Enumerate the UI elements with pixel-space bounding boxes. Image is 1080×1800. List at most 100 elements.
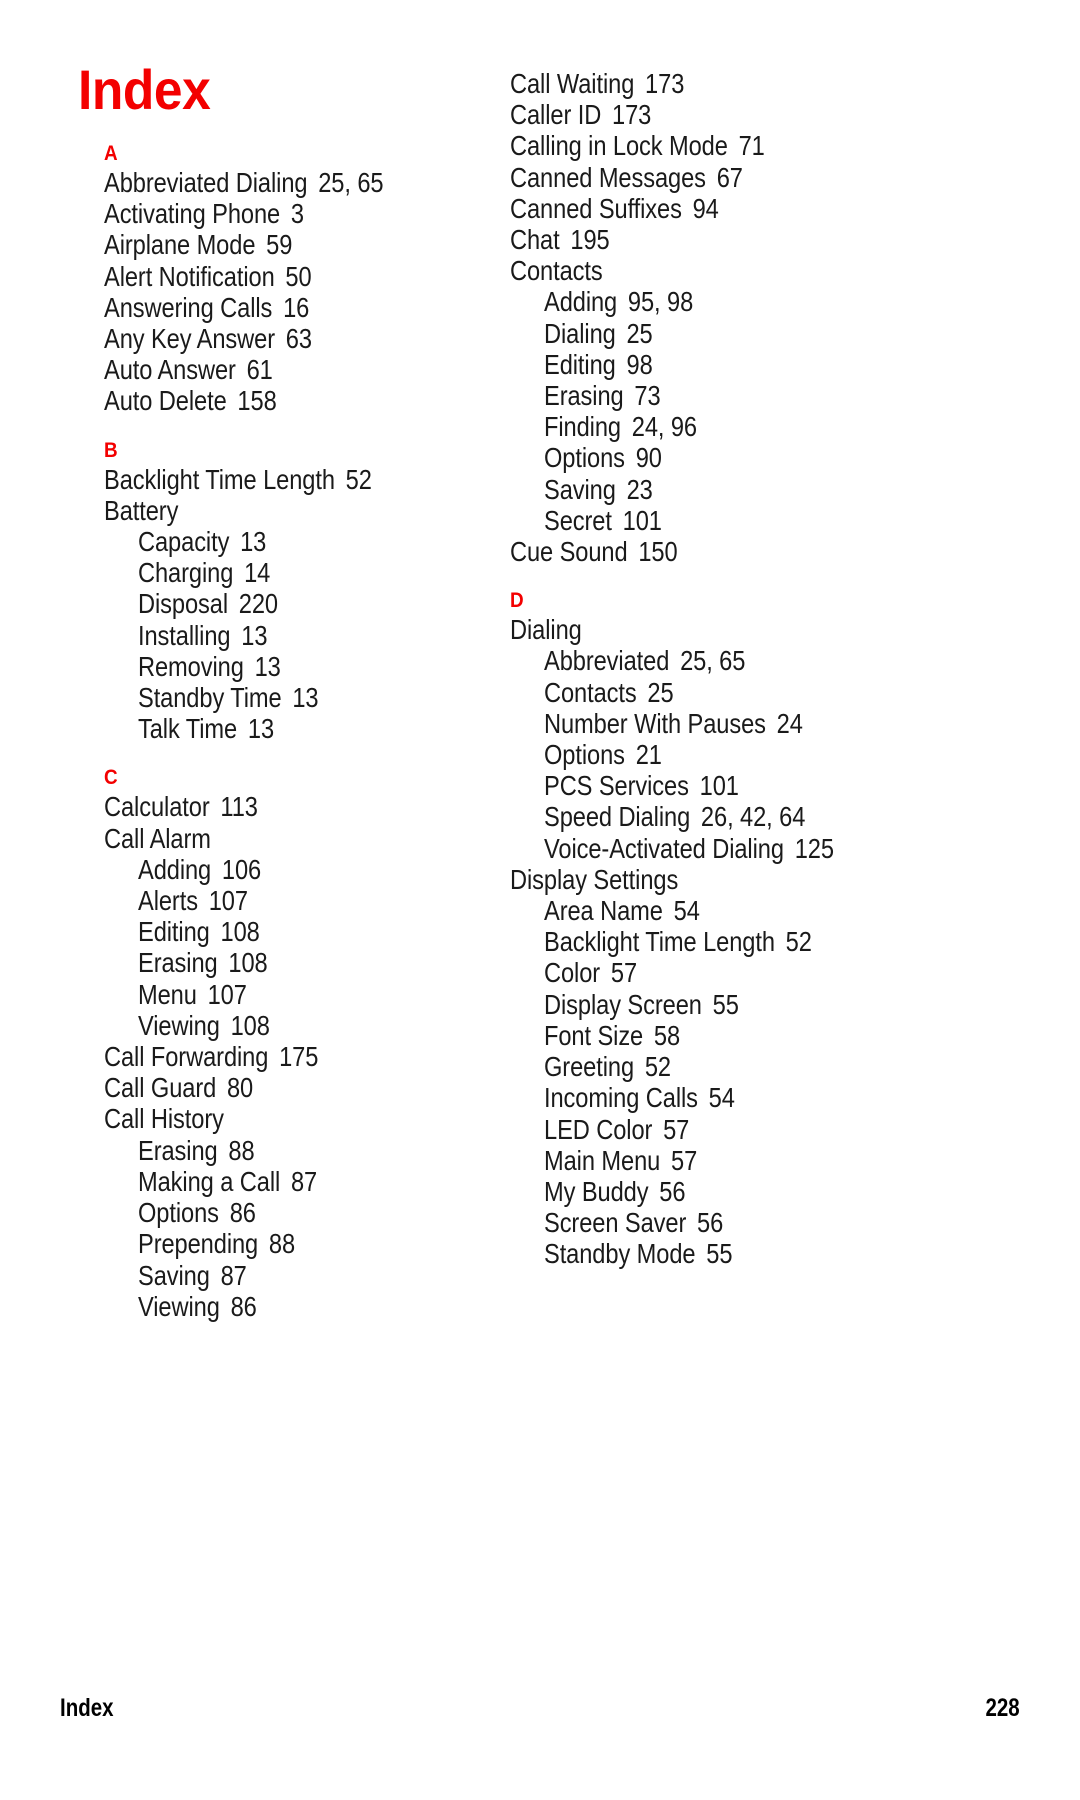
index-entry[interactable]: Auto Delete 158 (104, 385, 465, 416)
index-entry[interactable]: Chat 195 (510, 224, 871, 255)
index-subentry[interactable]: Charging 14 (138, 557, 470, 588)
index-subentry[interactable]: Editing 98 (544, 349, 876, 380)
index-entry-pages: 173 (605, 99, 652, 131)
index-entry[interactable]: Abbreviated Dialing 25, 65 (104, 167, 465, 198)
index-subentry[interactable]: Editing 108 (138, 916, 470, 947)
index-entry[interactable]: Battery (104, 495, 465, 526)
index-subentry[interactable]: Prepending 88 (138, 1228, 470, 1259)
index-entry-pages: 90 (629, 442, 662, 474)
index-subentry[interactable]: PCS Services 101 (544, 770, 876, 801)
index-entry-label: My Buddy (544, 1175, 649, 1207)
index-entry[interactable]: Calling in Lock Mode 71 (510, 130, 871, 161)
index-subentry[interactable]: Adding 95, 98 (544, 286, 876, 317)
index-entry[interactable]: Dialing (510, 614, 871, 645)
index-subentry[interactable]: Talk Time 13 (138, 713, 470, 744)
index-entry-pages: 73 (627, 380, 661, 412)
index-entry[interactable]: Airplane Mode 59 (104, 229, 465, 260)
index-entry-label: Auto Answer (104, 354, 236, 386)
index-entry[interactable]: Calculator 113 (104, 791, 465, 822)
index-entry[interactable]: Answering Calls 16 (104, 292, 465, 323)
index-subentry[interactable]: Speed Dialing 26, 42, 64 (544, 801, 876, 832)
index-entry[interactable]: Activating Phone 3 (104, 198, 465, 229)
index-subentry[interactable]: Erasing 73 (544, 380, 876, 411)
index-subentry[interactable]: Contacts 25 (544, 677, 876, 708)
index-subentry[interactable]: Standby Mode 55 (544, 1238, 876, 1269)
index-subentry[interactable]: Screen Saver 56 (544, 1207, 876, 1238)
index-entry[interactable]: Canned Messages 67 (510, 162, 871, 193)
index-subentry[interactable]: Font Size 58 (544, 1020, 876, 1051)
index-subentry[interactable]: LED Color 57 (544, 1114, 876, 1145)
index-subentry[interactable]: Installing 13 (138, 620, 470, 651)
index-entry[interactable]: Call Alarm (104, 823, 465, 854)
section-letter-c: C (104, 766, 118, 790)
index-subentry[interactable]: Adding 106 (138, 854, 470, 885)
index-entry-pages: 108 (214, 916, 260, 948)
index-entry[interactable]: Display Settings (510, 864, 871, 895)
index-entry-label: Dialing (544, 317, 616, 349)
index-subentry[interactable]: Greeting 52 (544, 1051, 876, 1082)
index-subentry[interactable]: Area Name 54 (544, 895, 876, 926)
index-entry-label: Erasing (544, 380, 624, 412)
index-subentry[interactable]: Abbreviated 25, 65 (544, 645, 876, 676)
index-subentry[interactable]: Dialing 25 (544, 318, 876, 349)
index-subentry[interactable]: Viewing 108 (138, 1010, 470, 1041)
index-subentry[interactable]: Options 21 (544, 739, 876, 770)
index-entry-pages: 88 (262, 1228, 296, 1260)
index-subentry[interactable]: Removing 13 (138, 651, 470, 682)
index-subentry[interactable]: Options 90 (544, 442, 876, 473)
index-subentry[interactable]: Saving 87 (138, 1260, 470, 1291)
index-entry-label: Battery (104, 494, 179, 526)
index-entry-pages: 54 (667, 895, 700, 927)
index-entry-label: Editing (544, 348, 616, 380)
index-entry[interactable]: Call History (104, 1103, 465, 1134)
index-entry-label: Abbreviated (544, 645, 670, 677)
index-entry-pages: 98 (620, 348, 653, 380)
index-subentry[interactable]: Erasing 108 (138, 947, 470, 978)
index-entry-pages: 106 (215, 853, 262, 885)
index-subentry[interactable]: Alerts 107 (138, 885, 470, 916)
index-subentry[interactable]: Standby Time 13 (138, 682, 470, 713)
index-subentry[interactable]: Number With Pauses 24 (544, 708, 876, 739)
index-subentry[interactable]: Capacity 13 (138, 526, 470, 557)
index-entry-label: Backlight Time Length (104, 463, 335, 495)
index-subentry[interactable]: Options 86 (138, 1197, 470, 1228)
index-entry[interactable]: Call Guard 80 (104, 1072, 465, 1103)
index-entry[interactable]: Alert Notification 50 (104, 261, 465, 292)
index-entry-pages: 59 (259, 229, 293, 261)
index-entry[interactable]: Caller ID 173 (510, 99, 871, 130)
index-subentry[interactable]: Backlight Time Length 52 (544, 926, 876, 957)
index-entry[interactable]: Auto Answer 61 (104, 354, 465, 385)
index-subentry[interactable]: Disposal 220 (138, 588, 470, 619)
index-subentry[interactable]: Saving 23 (544, 474, 876, 505)
index-subentry[interactable]: Erasing 88 (138, 1135, 470, 1166)
index-entry[interactable]: Call Waiting 173 (510, 68, 871, 99)
index-subentry[interactable]: Viewing 86 (138, 1291, 470, 1322)
index-subentry[interactable]: My Buddy 56 (544, 1176, 876, 1207)
index-entry-pages: 3 (284, 198, 304, 230)
index-entry-label: Contacts (510, 255, 603, 287)
index-entry[interactable]: Cue Sound 150 (510, 536, 871, 567)
index-entry-label: Standby Mode (544, 1238, 696, 1270)
index-subentry[interactable]: Menu 107 (138, 979, 470, 1010)
index-subentry[interactable]: Main Menu 57 (544, 1145, 876, 1176)
index-subentry[interactable]: Finding 24, 96 (544, 411, 876, 442)
index-entry-pages: 113 (213, 791, 258, 823)
index-subentry[interactable]: Making a Call 87 (138, 1166, 470, 1197)
index-subentry[interactable]: Secret 101 (544, 505, 876, 536)
index-entry-pages: 173 (638, 68, 685, 99)
index-entry[interactable]: Any Key Answer 63 (104, 323, 465, 354)
index-entry-label: Editing (138, 916, 210, 948)
index-subentry[interactable]: Voice-Activated Dialing 125 (544, 833, 876, 864)
index-entry-pages: 57 (604, 957, 638, 989)
index-entry-label: Adding (138, 853, 212, 885)
index-entry-pages: 67 (710, 161, 743, 193)
index-subentry[interactable]: Incoming Calls 54 (544, 1082, 876, 1113)
index-entry-label: Capacity (138, 526, 230, 558)
index-entry[interactable]: Call Forwarding 175 (104, 1041, 465, 1072)
index-entry[interactable]: Contacts (510, 255, 871, 286)
index-entry-pages: 87 (214, 1259, 247, 1291)
index-entry[interactable]: Canned Suffixes 94 (510, 193, 871, 224)
index-entry[interactable]: Backlight Time Length 52 (104, 464, 465, 495)
index-subentry[interactable]: Color 57 (544, 957, 876, 988)
index-subentry[interactable]: Display Screen 55 (544, 989, 876, 1020)
